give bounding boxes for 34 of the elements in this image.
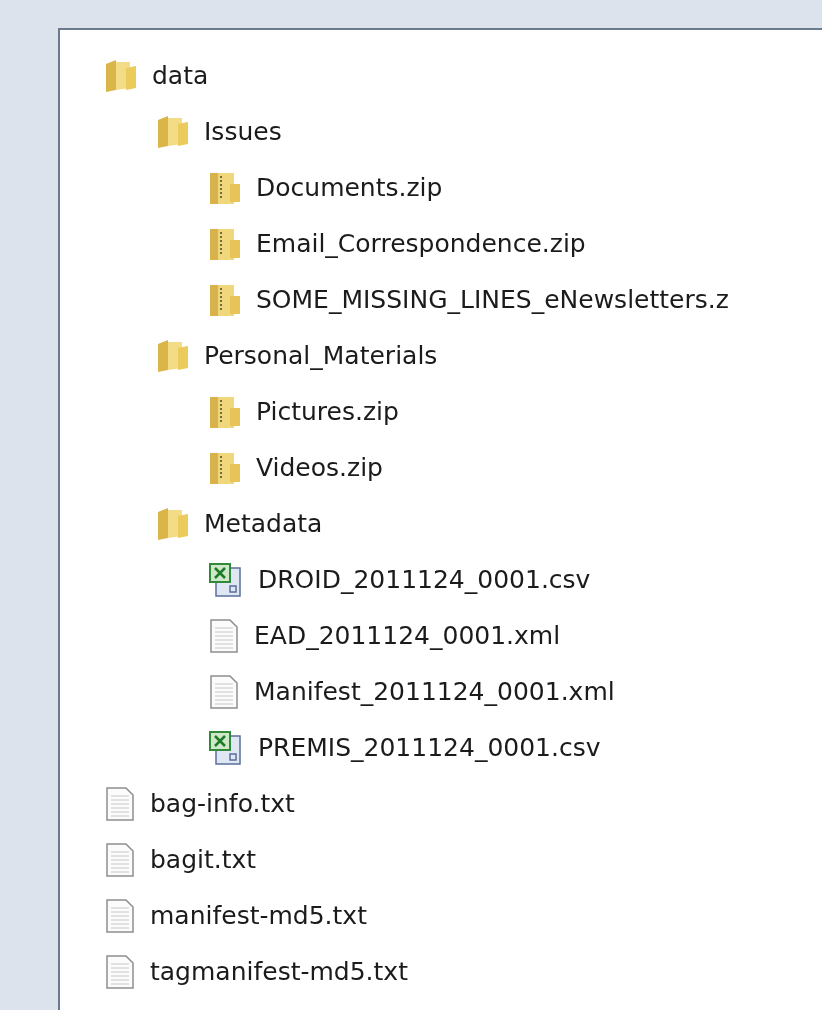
folder-name[interactable]: Personal_Materials	[204, 337, 438, 375]
text-file-icon	[208, 618, 240, 654]
folder-icon	[156, 506, 190, 542]
file-name[interactable]: Documents.zip	[256, 169, 443, 207]
text-file-icon	[104, 842, 136, 878]
file-name[interactable]: Videos.zip	[256, 449, 383, 487]
folder-name[interactable]: Issues	[204, 113, 282, 151]
file-name[interactable]: Manifest_2011124_0001.xml	[254, 673, 615, 711]
folder-icon	[156, 338, 190, 374]
file-name[interactable]: Pictures.zip	[256, 393, 399, 431]
file-name[interactable]: SOME_MISSING_LINES_eNewsletters.z	[256, 281, 729, 319]
folder-name[interactable]: Metadata	[204, 505, 323, 543]
file-name[interactable]: tagmanifest-md5.txt	[150, 953, 408, 991]
file-name[interactable]: bagit.txt	[150, 841, 257, 879]
spreadsheet-icon	[208, 562, 244, 598]
zip-folder-icon	[208, 282, 242, 318]
file-name[interactable]: EAD_2011124_0001.xml	[254, 617, 561, 655]
text-file-icon	[208, 674, 240, 710]
folder-icon	[104, 58, 138, 94]
zip-folder-icon	[208, 394, 242, 430]
text-file-icon	[104, 898, 136, 934]
file-name[interactable]: PREMIS_2011124_0001.csv	[258, 729, 601, 767]
zip-folder-icon	[208, 226, 242, 262]
text-file-icon	[104, 786, 136, 822]
file-name[interactable]: bag-info.txt	[150, 785, 295, 823]
folder-name[interactable]: data	[152, 57, 209, 95]
zip-folder-icon	[208, 170, 242, 206]
spreadsheet-icon	[208, 730, 244, 766]
file-name[interactable]: manifest-md5.txt	[150, 897, 367, 935]
text-file-icon	[104, 954, 136, 990]
file-name[interactable]: Email_Correspondence.zip	[256, 225, 586, 263]
folder-icon	[156, 114, 190, 150]
file-name[interactable]: DROID_2011124_0001.csv	[258, 561, 591, 599]
zip-folder-icon	[208, 450, 242, 486]
